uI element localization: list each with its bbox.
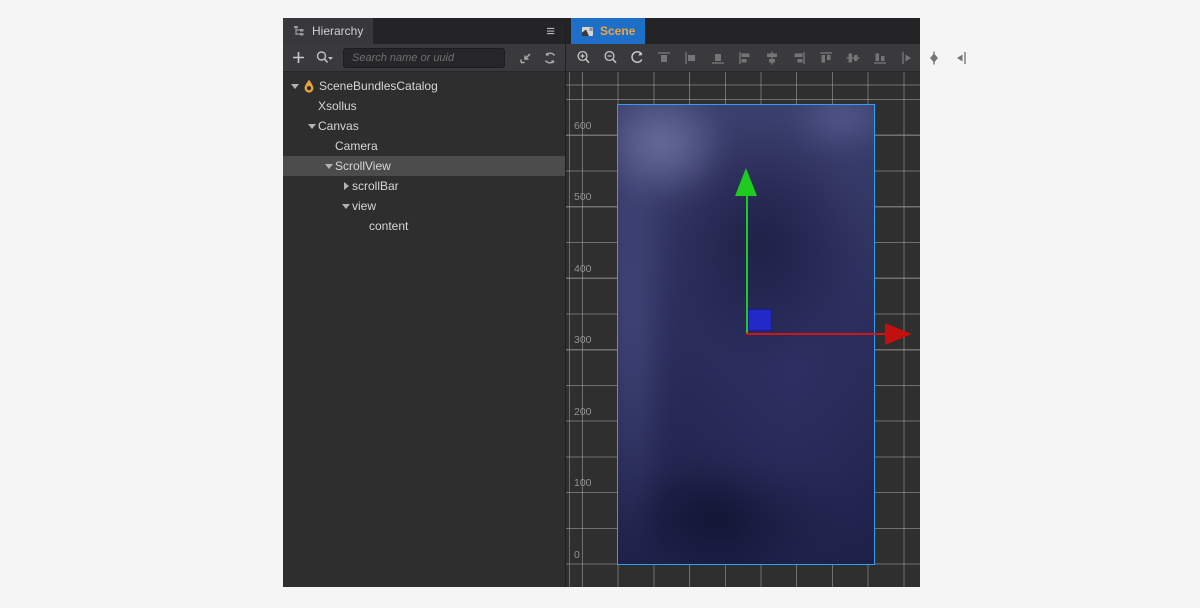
expand-arrow-icon[interactable] — [306, 120, 318, 132]
gizmo-origin-handle[interactable] — [748, 309, 772, 331]
expand-arrow-icon[interactable] — [340, 200, 352, 212]
ruler-label-400: 400 — [574, 263, 592, 275]
tree-item-xsollus[interactable]: Xsollus — [283, 96, 565, 116]
ruler-label-0: 0 — [574, 549, 580, 561]
distribute-v-center-icon[interactable] — [844, 49, 862, 67]
search-input[interactable] — [343, 48, 505, 68]
distribute-right-icon[interactable] — [952, 49, 970, 67]
tree-item-label: content — [369, 219, 408, 233]
distribute-bottom-icon[interactable] — [871, 49, 889, 67]
scene-photo-icon — [581, 25, 594, 38]
ruler-label-600: 600 — [574, 120, 592, 132]
align-v-center-icon[interactable] — [763, 49, 781, 67]
hierarchy-toolbar — [283, 44, 565, 72]
scene-toolbar — [566, 44, 920, 72]
gizmo-x-axis-arrow-icon[interactable] — [885, 323, 912, 345]
hierarchy-tree: SceneBundlesCatalog Xsollus Canvas Camer… — [283, 72, 565, 587]
collapse-all-icon[interactable] — [517, 49, 535, 67]
tree-item-label: Canvas — [318, 119, 359, 133]
scene-viewport[interactable]: 600 500 400 300 200 100 0 — [566, 72, 920, 587]
hierarchy-tab-label: Hierarchy — [312, 24, 363, 38]
align-edge-left-icon[interactable] — [736, 49, 754, 67]
tab-scene[interactable]: Scene — [571, 18, 645, 44]
zoom-out-icon[interactable] — [601, 49, 619, 67]
editor-window: Hierarchy ≡ — [283, 18, 920, 587]
hierarchy-panel: Hierarchy ≡ — [283, 18, 565, 587]
tab-hierarchy[interactable]: Hierarchy — [283, 18, 373, 44]
search-filter-icon[interactable] — [313, 49, 337, 67]
tree-item-content[interactable]: content — [283, 216, 565, 236]
ruler-label-300: 300 — [574, 334, 592, 346]
collapse-arrow-icon[interactable] — [340, 180, 352, 192]
ruler-label-500: 500 — [574, 191, 592, 203]
ruler-label-100: 100 — [574, 477, 592, 489]
panel-menu-icon[interactable]: ≡ — [546, 24, 555, 39]
align-edge-right-icon[interactable] — [790, 49, 808, 67]
zoom-in-icon[interactable] — [574, 49, 592, 67]
ruler-label-200: 200 — [574, 406, 592, 418]
tree-item-scrollview[interactable]: ScrollView — [283, 156, 565, 176]
arrow-spacer — [323, 140, 335, 152]
expand-arrow-icon[interactable] — [289, 80, 301, 92]
tree-item-camera[interactable]: Camera — [283, 136, 565, 156]
align-top-icon[interactable] — [655, 49, 673, 67]
distribute-left-icon[interactable] — [898, 49, 916, 67]
align-bottom-icon[interactable] — [709, 49, 727, 67]
hierarchy-tabbar: Hierarchy ≡ — [283, 18, 565, 44]
scene-tab-label: Scene — [600, 24, 635, 38]
scene-droplet-icon — [302, 79, 316, 93]
ruler-edge-line — [569, 72, 570, 587]
scene-tabbar: Scene — [566, 18, 920, 44]
distribute-top-icon[interactable] — [817, 49, 835, 67]
add-node-icon[interactable] — [289, 49, 307, 67]
refresh-icon[interactable] — [541, 49, 559, 67]
tree-item-label: ScrollView — [335, 159, 391, 173]
align-left-icon[interactable] — [682, 49, 700, 67]
tree-item-scenebundlescatalog[interactable]: SceneBundlesCatalog — [283, 76, 565, 96]
tree-item-label: Camera — [335, 139, 378, 153]
tree-item-scrollbar[interactable]: scrollBar — [283, 176, 565, 196]
arrow-spacer — [357, 220, 369, 232]
tree-item-label: view — [352, 199, 376, 213]
tree-item-label: SceneBundlesCatalog — [319, 79, 438, 93]
reset-view-icon[interactable] — [628, 49, 646, 67]
gizmo-y-axis-arrow-icon[interactable] — [735, 168, 757, 196]
scene-panel: Scene — [565, 18, 920, 587]
expand-arrow-icon[interactable] — [323, 160, 335, 172]
tree-item-label: Xsollus — [318, 99, 357, 113]
tree-item-label: scrollBar — [352, 179, 399, 193]
tree-item-canvas[interactable]: Canvas — [283, 116, 565, 136]
distribute-h-center-icon[interactable] — [925, 49, 943, 67]
gizmo-x-axis-line — [746, 333, 885, 335]
arrow-spacer — [306, 100, 318, 112]
tree-item-view[interactable]: view — [283, 196, 565, 216]
hierarchy-tree-icon — [293, 25, 306, 38]
